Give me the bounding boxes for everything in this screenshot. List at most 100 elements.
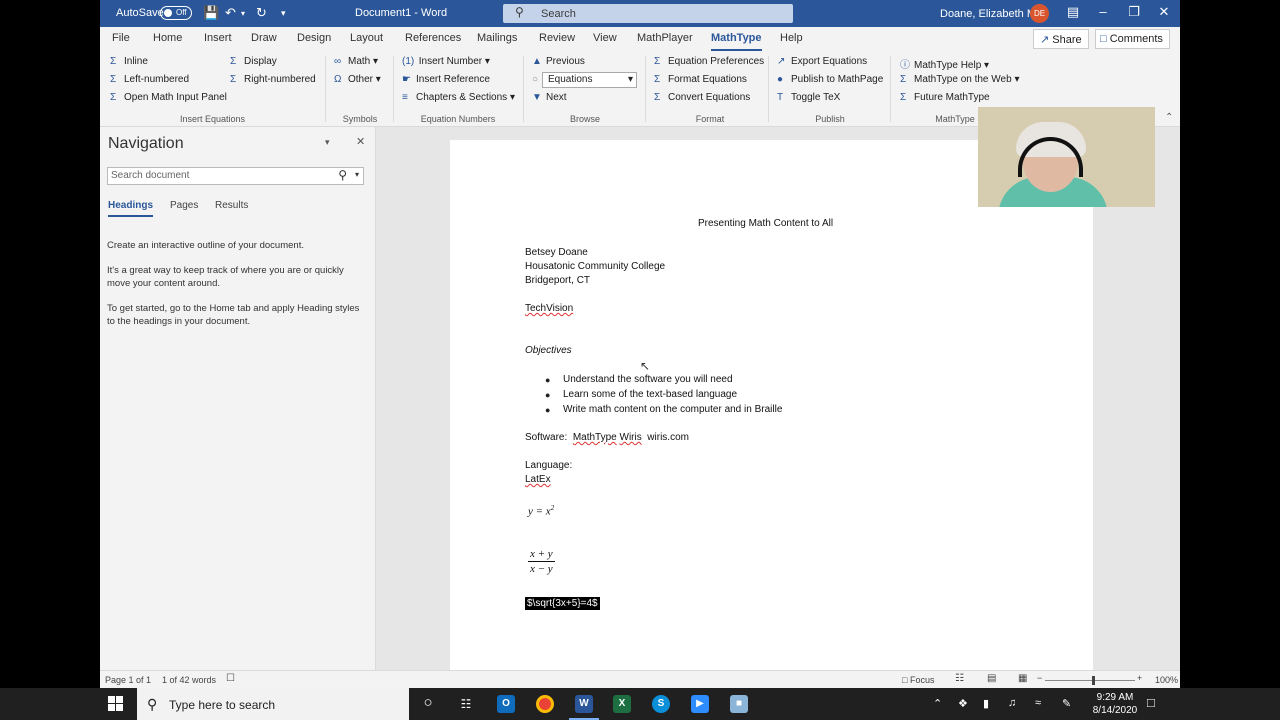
battery-icon[interactable]: ▮: [983, 697, 989, 710]
print-layout-icon[interactable]: ▤: [987, 673, 996, 684]
share-label: Share: [1052, 34, 1082, 46]
windows-start-icon[interactable]: [108, 696, 124, 712]
chapters-sections-button[interactable]: ≡ Chapters & Sections ▾: [402, 92, 515, 103]
dropbox-icon[interactable]: ❖: [958, 697, 968, 710]
display-button[interactable]: Σ Display: [230, 56, 277, 67]
word-icon[interactable]: W: [575, 695, 593, 713]
tab-file[interactable]: File: [112, 32, 130, 44]
customize-toolbar-icon[interactable]: ▾: [281, 8, 286, 19]
insert-number-button[interactable]: (1) Insert Number ▾: [402, 56, 490, 67]
mathtype-web-button[interactable]: Σ MathType on the Web ▾: [900, 74, 1019, 85]
document-page[interactable]: Presenting Math Content to All Betsey Do…: [450, 140, 1093, 680]
page-count[interactable]: Page 1 of 1: [105, 675, 151, 685]
zoom-in-icon[interactable]: +: [1137, 673, 1142, 683]
nav-tab-results[interactable]: Results: [215, 200, 248, 211]
wifi-icon[interactable]: ≈: [1035, 697, 1041, 709]
web-layout-icon[interactable]: ▦: [1018, 673, 1027, 684]
tab-mathtype[interactable]: MathType: [711, 32, 762, 51]
taskbar-search[interactable]: ⚲ Type here to search: [137, 688, 409, 720]
equation-2[interactable]: x + y x − y: [528, 548, 555, 575]
notifications-icon[interactable]: □: [1147, 695, 1155, 710]
publish-mathpage-button[interactable]: ● Publish to MathPage: [777, 74, 883, 85]
restore-icon[interactable]: ❐: [1124, 4, 1144, 20]
nav-tab-pages[interactable]: Pages: [170, 200, 198, 211]
next-button[interactable]: ▼ Next: [532, 92, 567, 103]
close-icon[interactable]: ✕: [1154, 4, 1174, 20]
toggle-tex-button[interactable]: T Toggle TeX: [777, 92, 840, 103]
chevron-down-icon[interactable]: ▾: [355, 170, 359, 179]
cortana-icon[interactable]: ○: [419, 695, 437, 713]
tab-mailings[interactable]: Mailings: [477, 32, 517, 44]
pen-icon[interactable]: ✎: [1062, 697, 1071, 710]
focus-button[interactable]: □ Focus: [902, 675, 934, 685]
latex-selection[interactable]: $\sqrt{3x+5}=4$: [525, 597, 600, 610]
previous-button[interactable]: ▲ Previous: [532, 56, 585, 67]
export-equations-button[interactable]: ↗ Export Equations: [777, 56, 867, 67]
math-symbols-button[interactable]: ∞ Math ▾: [334, 56, 378, 67]
excel-icon[interactable]: X: [613, 695, 631, 713]
zoom-slider-thumb[interactable]: [1092, 676, 1095, 685]
zoom-out-icon[interactable]: −: [1037, 673, 1042, 683]
future-mathtype-button[interactable]: Σ Future MathType: [900, 92, 990, 103]
equation-1[interactable]: y = x2: [528, 504, 554, 518]
proofing-icon[interactable]: ☐: [226, 673, 235, 684]
software-mathtype: MathType: [572, 432, 617, 443]
tab-home[interactable]: Home: [153, 32, 182, 44]
format-equations-button[interactable]: Σ Format Equations: [654, 74, 747, 85]
open-math-input-button[interactable]: Σ Open Math Input Panel: [110, 92, 227, 103]
save-icon[interactable]: 💾: [203, 5, 219, 21]
undo-dropdown-icon[interactable]: ▾: [241, 9, 245, 18]
volume-icon[interactable]: ♫: [1008, 697, 1016, 709]
ribbon-display-icon[interactable]: ▤: [1063, 4, 1083, 20]
other-symbols-button[interactable]: Ω Other ▾: [334, 74, 381, 85]
redo-icon[interactable]: ↻: [256, 5, 267, 21]
word-count[interactable]: 1 of 42 words: [162, 675, 216, 685]
search-box[interactable]: ⚲ Search: [503, 4, 793, 23]
undo-icon[interactable]: ↶: [225, 5, 236, 21]
mathtype-help-button[interactable]: ⓘ MathType Help ▾: [900, 56, 989, 71]
toggle-tex-label: Toggle TeX: [791, 92, 841, 103]
zoom-icon[interactable]: ▶: [691, 695, 709, 713]
read-mode-icon[interactable]: ☷: [955, 673, 964, 684]
chrome-icon[interactable]: [536, 695, 554, 713]
group-label-mathtype: MathType: [935, 114, 975, 124]
autosave-toggle[interactable]: Off: [160, 6, 192, 20]
skype-icon[interactable]: S: [652, 695, 670, 713]
close-icon[interactable]: ✕: [356, 135, 365, 148]
tab-review[interactable]: Review: [539, 32, 575, 44]
share-button[interactable]: ↗ Share: [1033, 29, 1089, 49]
tab-references[interactable]: References: [405, 32, 461, 44]
nav-tab-headings[interactable]: Headings: [108, 200, 154, 217]
tab-mathplayer[interactable]: MathPlayer: [637, 32, 693, 44]
insert-reference-button[interactable]: ☛ Insert Reference: [402, 74, 490, 85]
collapse-ribbon-icon[interactable]: ⌃: [1165, 112, 1173, 123]
tab-design[interactable]: Design: [297, 32, 331, 44]
outlook-icon[interactable]: O: [497, 695, 515, 713]
group-divider: [645, 56, 646, 122]
nav-search-input[interactable]: Search document ⚲ ▾: [107, 167, 364, 185]
browse-type-select[interactable]: Equations ▾: [542, 72, 637, 88]
comments-button[interactable]: □ Comments: [1095, 29, 1170, 49]
user-name[interactable]: Doane, Elizabeth M: [940, 8, 1036, 20]
inline-button[interactable]: Σ Inline: [110, 56, 148, 67]
avatar[interactable]: DE: [1030, 4, 1049, 23]
equation-preferences-button[interactable]: Σ Equation Preferences: [654, 56, 764, 67]
tab-insert[interactable]: Insert: [204, 32, 232, 44]
clock[interactable]: 9:29 AM 8/14/2020: [1085, 691, 1145, 717]
left-numbered-button[interactable]: Σ Left-numbered: [110, 74, 189, 85]
zoom-level[interactable]: 100%: [1155, 675, 1178, 685]
zoom-slider[interactable]: [1045, 680, 1135, 681]
tab-draw[interactable]: Draw: [251, 32, 277, 44]
minimize-icon[interactable]: –: [1093, 4, 1113, 19]
right-numbered-button[interactable]: Σ Right-numbered: [230, 74, 316, 85]
convert-equations-button[interactable]: Σ Convert Equations: [654, 92, 750, 103]
tab-help[interactable]: Help: [780, 32, 803, 44]
search-icon[interactable]: ⚲: [338, 168, 347, 182]
show-hidden-icons-icon[interactable]: ⌃: [933, 697, 942, 710]
nav-options-icon[interactable]: ▾: [325, 137, 330, 148]
equations-radio-icon: ○: [532, 74, 539, 85]
tab-view[interactable]: View: [593, 32, 617, 44]
tab-layout[interactable]: Layout: [350, 32, 383, 44]
task-view-icon[interactable]: ☷: [457, 695, 475, 713]
app-icon[interactable]: ■: [730, 695, 748, 713]
